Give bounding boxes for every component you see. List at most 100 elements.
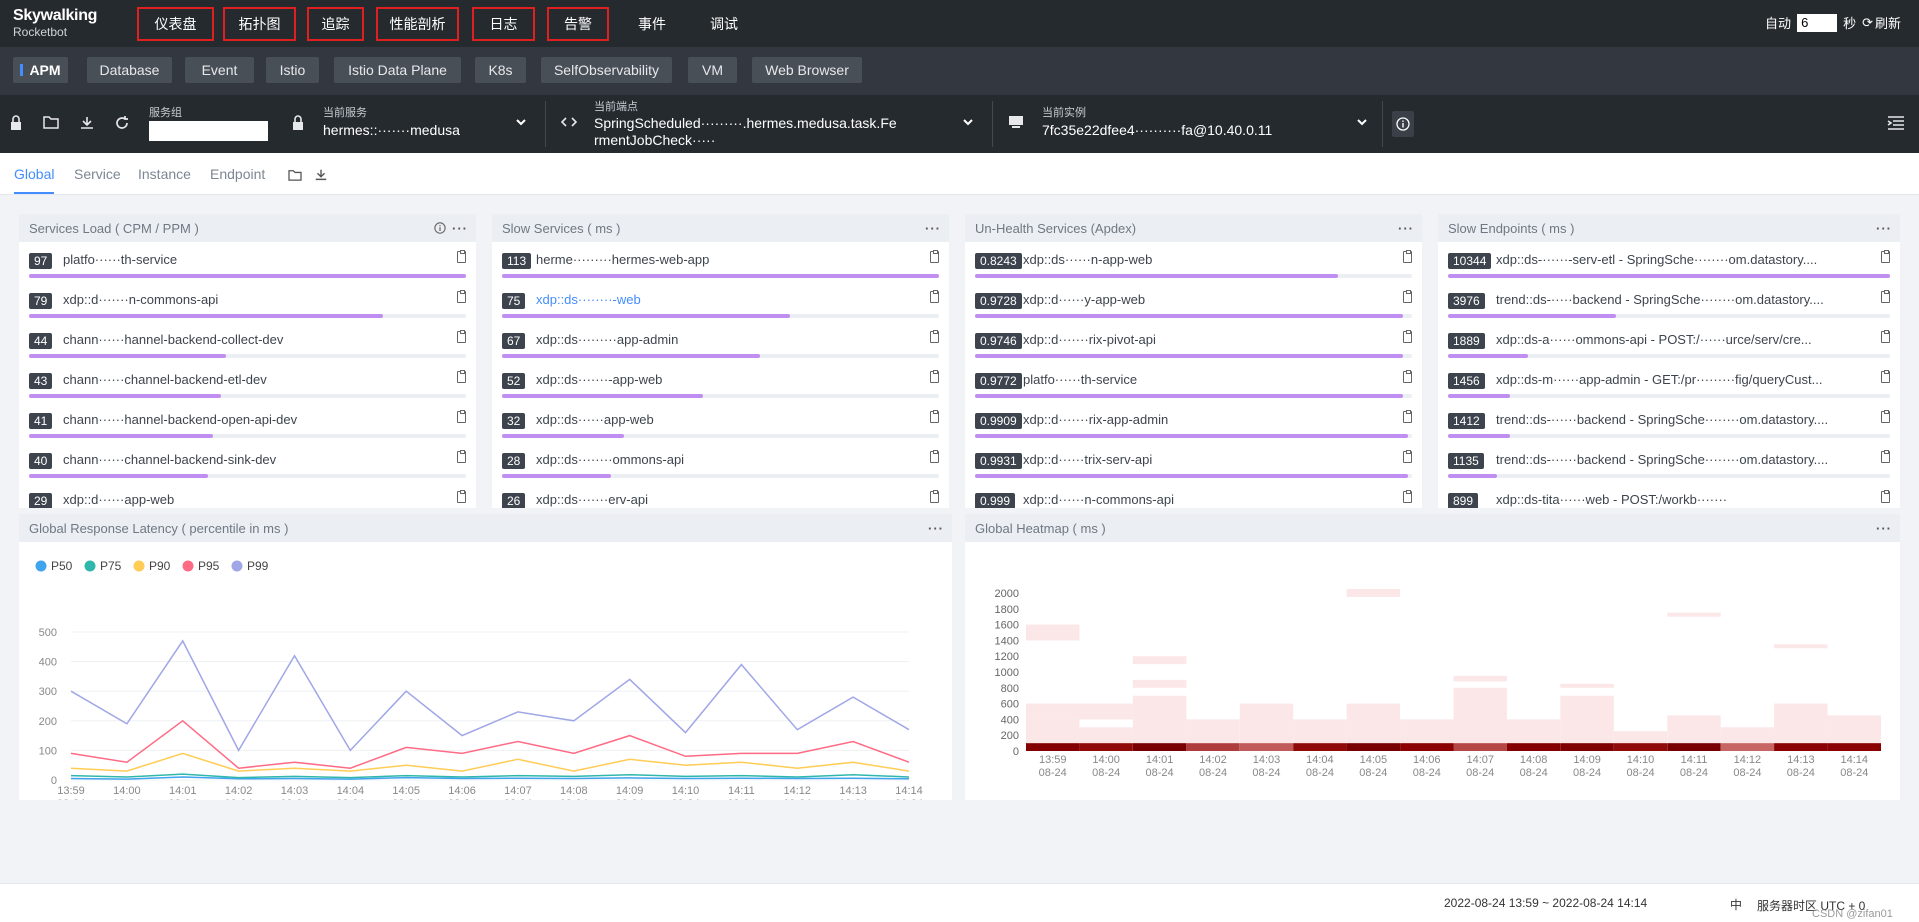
list-item[interactable]: 0.8243 xdp::ds······n-app-web [965,246,1422,286]
download-icon[interactable] [314,168,328,185]
layer-tab-k8s[interactable]: K8s [475,57,526,83]
item-name[interactable]: xdp::ds······n-app-web [1023,252,1394,267]
legend-label[interactable]: P90 [149,559,171,573]
list-item[interactable]: 32 xdp::ds······app-web [492,406,949,446]
refresh-button[interactable]: ⟳ 刷新 [1862,13,1901,32]
nav-log[interactable]: 日志 [472,7,535,41]
layer-tab-istio-data-plane[interactable]: Istio Data Plane [334,57,461,83]
list-item[interactable]: 52 xdp::ds·······-app-web [492,366,949,406]
item-name[interactable]: platfo······th-service [63,252,448,267]
list-item[interactable]: 41 chann······hannel-backend-open-api-dev [19,406,476,446]
clipboard-icon[interactable] [1881,250,1890,263]
item-name[interactable]: xdp::ds-tita······web - POST:/workb·····… [1496,492,1872,507]
list-item[interactable]: 26 xdp::ds·······erv-api [492,486,949,508]
reload-icon[interactable] [114,115,130,131]
list-item[interactable]: 899 xdp::ds-tita······web - POST:/workb··… [1438,486,1900,508]
auto-interval-input[interactable]: 6 [1797,13,1838,32]
more-menu-icon[interactable]: ··· [1398,221,1414,236]
item-name[interactable]: xdp::d······y-app-web [1023,292,1394,307]
item-name[interactable]: trend::ds-·····backend - SpringSche·····… [1496,292,1872,307]
layer-tab-apm[interactable]: APM [13,57,68,83]
item-name[interactable]: xdp::d······trix-serv-api [1023,452,1394,467]
item-name[interactable]: chann······channel-backend-sink-dev [63,452,448,467]
list-item[interactable]: 44 chann······hannel-backend-collect-dev [19,326,476,366]
clipboard-icon[interactable] [930,370,939,383]
item-name[interactable]: xdp::ds·········app-admin [536,332,921,347]
legend-label[interactable]: P75 [100,559,122,573]
list-item[interactable]: 0.999 xdp::d······n-commons-api [965,486,1422,508]
list-item[interactable]: 0.9728 xdp::d······y-app-web [965,286,1422,326]
item-name[interactable]: xdp::ds-a······ommons-api - POST:/······… [1496,332,1872,347]
skywalking-logo[interactable]: Skywalking Rocketbot [13,8,97,39]
item-name[interactable]: xdp::d······app-web [63,492,448,507]
nav-trace[interactable]: 追踪 [307,7,364,41]
service-group-input[interactable] [149,121,268,141]
instance-selector[interactable]: 当前实例 7fc35e22dfee4··········fa@10.40.0.1… [1042,104,1352,138]
item-name[interactable]: xdp::ds-m······app-admin - GET:/pr······… [1496,372,1872,387]
clipboard-icon[interactable] [1403,370,1412,383]
clipboard-icon[interactable] [1403,410,1412,423]
clipboard-icon[interactable] [930,290,939,303]
item-name[interactable]: trend::ds-······backend - SpringSche····… [1496,412,1872,427]
download-icon[interactable] [79,115,95,131]
list-item[interactable]: 75 xdp::ds········-web [492,286,949,326]
list-item[interactable]: 43 chann······channel-backend-etl-dev [19,366,476,406]
nav-profile[interactable]: 性能剖析 [376,7,459,41]
clipboard-icon[interactable] [1403,490,1412,503]
clipboard-icon[interactable] [1881,370,1890,383]
more-menu-icon[interactable]: ··· [452,221,468,236]
nav-event[interactable]: 事件 [622,7,682,41]
list-item[interactable]: 1135 trend::ds-······backend - SpringSche… [1438,446,1900,486]
list-item[interactable]: 0.9909 xdp::d·······rix-app-admin [965,406,1422,446]
tab-endpoint[interactable]: Endpoint [210,166,265,182]
list-item[interactable]: 97 platfo······th-service [19,246,476,286]
nav-dashboard[interactable]: 仪表盘 [137,7,214,41]
layer-tab-database[interactable]: Database [87,57,172,83]
item-name[interactable]: xdp::ds·······-app-web [536,372,921,387]
clipboard-icon[interactable] [1403,330,1412,343]
clipboard-icon[interactable] [457,330,466,343]
service-selector[interactable]: 当前服务 hermes::·······medusa [323,104,523,138]
clipboard-icon[interactable] [930,450,939,463]
more-menu-icon[interactable]: ··· [928,521,944,536]
info-button[interactable] [1392,111,1414,137]
language-toggle[interactable]: 中 [1730,896,1742,913]
item-name[interactable]: chann······hannel-backend-collect-dev [63,332,448,347]
item-name[interactable]: chann······channel-backend-etl-dev [63,372,448,387]
item-name[interactable]: xdp::d·······rix-app-admin [1023,412,1394,427]
chevron-down-icon[interactable] [960,115,976,131]
clipboard-icon[interactable] [457,290,466,303]
item-name[interactable]: herme·········hermes-web-app [536,252,921,267]
item-name[interactable]: xdp::d······n-commons-api [1023,492,1394,507]
tab-instance[interactable]: Instance [138,166,191,182]
list-item[interactable]: 1889 xdp::ds-a······ommons-api - POST:/··… [1438,326,1900,366]
more-menu-icon[interactable]: ··· [925,221,941,236]
layer-tab-istio[interactable]: Istio [266,57,319,83]
clipboard-icon[interactable] [930,410,939,423]
clipboard-icon[interactable] [457,450,466,463]
nav-alarm[interactable]: 告警 [547,7,609,41]
layer-tab-web-browser[interactable]: Web Browser [752,57,862,83]
list-item[interactable]: 28 xdp::ds········ommons-api [492,446,949,486]
tab-service[interactable]: Service [74,166,121,182]
clipboard-icon[interactable] [1881,410,1890,423]
clipboard-icon[interactable] [1403,290,1412,303]
chevron-down-icon[interactable] [513,115,529,131]
item-name[interactable]: xdp::ds-······-serv-etl - SpringSche····… [1496,252,1872,267]
endpoint-selector[interactable]: 当前端点 SpringScheduled·········.hermes.med… [594,98,954,148]
legend-label[interactable]: P99 [247,559,269,573]
clipboard-icon[interactable] [1403,450,1412,463]
list-item[interactable]: 0.9772 platfo······th-service [965,366,1422,406]
list-item[interactable]: 29 xdp::d······app-web [19,486,476,508]
clipboard-icon[interactable] [1881,290,1890,303]
list-item[interactable]: 0.9931 xdp::d······trix-serv-api [965,446,1422,486]
nav-topology[interactable]: 拓扑图 [223,7,296,41]
lock-icon[interactable] [8,115,24,131]
folder-icon[interactable] [288,169,302,184]
legend-label[interactable]: P95 [198,559,220,573]
item-name[interactable]: chann······hannel-backend-open-api-dev [63,412,448,427]
clipboard-icon[interactable] [457,410,466,423]
clipboard-icon[interactable] [930,490,939,503]
more-menu-icon[interactable]: ··· [1876,521,1892,536]
nav-debug[interactable]: 调试 [694,7,754,41]
